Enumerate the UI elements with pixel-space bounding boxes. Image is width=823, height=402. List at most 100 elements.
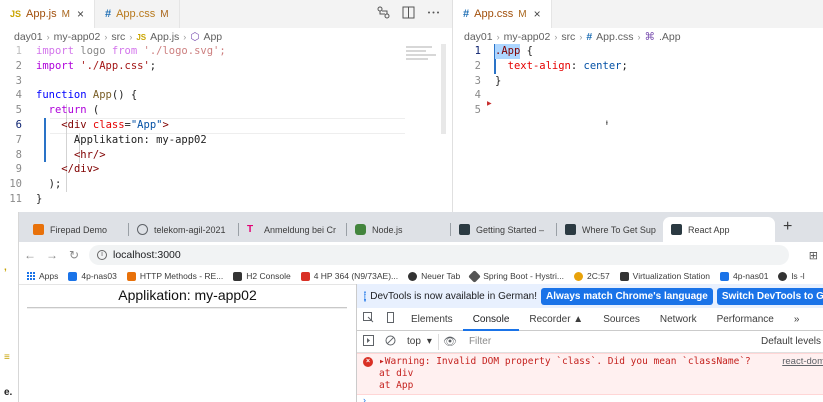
browser-tab[interactable]: Getting Started – (451, 217, 557, 242)
code-line[interactable]: 2 text-align: center; (453, 59, 823, 74)
switch-devtools-german-button[interactable]: Switch DevTools to German (716, 287, 823, 305)
console-prompt[interactable]: › (363, 395, 366, 402)
code-line[interactable]: 5 return ( (0, 103, 440, 118)
back-arrow-icon[interactable]: ← (19, 248, 41, 262)
browser-tab-title: telekom-agil-2021 (154, 224, 226, 235)
browser-tab[interactable]: Firepad Demo (25, 217, 129, 242)
virtualization-favicon-icon (619, 271, 629, 281)
code-line[interactable]: 5 (453, 103, 823, 118)
log-levels-dropdown[interactable]: Default levels (761, 336, 823, 347)
bookmark-label: Spring Boot - Hystri... (483, 271, 564, 281)
browser-tab-active[interactable]: React App (663, 217, 775, 242)
context-selector[interactable]: top ▾ (401, 333, 439, 350)
editor-scrollbar[interactable] (441, 44, 446, 134)
breadcrumb-item[interactable]: .App (659, 31, 681, 43)
symbol-method-icon: ⬡ (190, 31, 200, 43)
breadcrumb-item[interactable]: App.js (150, 31, 179, 43)
browser-tab-strip: Firepad Demo telekom-agil-2021 T Anmeldu… (19, 212, 823, 242)
browser-tab-title: Firepad Demo (50, 224, 108, 235)
tab-app-js[interactable]: JS App.js M × (0, 0, 95, 28)
console-error-message[interactable]: × ▸Warning: Invalid DOM property `class`… (357, 353, 823, 395)
code-line[interactable]: 4 (453, 88, 823, 103)
tab-console[interactable]: Console (462, 308, 520, 331)
clear-console-icon[interactable] (379, 335, 401, 349)
breadcrumb-item[interactable]: day01 (14, 31, 43, 43)
code-line[interactable]: 2 import './App.css'; (0, 59, 440, 74)
code-line[interactable]: 11} (0, 192, 440, 207)
bookmark-item[interactable]: Neuer Tab (408, 271, 460, 281)
bookmark-item[interactable]: 4p-nas03 (68, 271, 117, 281)
more-tabs-button[interactable]: » (784, 308, 810, 331)
breadcrumb-item[interactable]: my-app02 (504, 31, 551, 43)
h2-favicon-icon (233, 271, 243, 281)
breadcrumb-item[interactable]: src (111, 31, 125, 43)
bookmark-item[interactable]: ls -l (778, 271, 805, 281)
match-chrome-language-button[interactable]: Always match Chrome's language (540, 287, 713, 305)
address-bar[interactable]: i localhost:3000 (89, 245, 789, 265)
code-line[interactable]: 8 <hr/> (0, 148, 440, 163)
tab-app-css[interactable]: # App.css M (95, 0, 180, 28)
bookmark-item[interactable]: H2 Console (233, 271, 291, 281)
breadcrumb-item[interactable]: src (561, 31, 575, 43)
more-actions-icon[interactable] (427, 6, 440, 22)
breadcrumb-item[interactable]: my-app02 (54, 31, 101, 43)
code-editor-app-js[interactable]: 1 import logo from './logo.svg'; 2 import '… (0, 44, 440, 207)
browser-tab[interactable]: Where To Get Sup (557, 217, 663, 242)
device-toolbar-icon[interactable] (379, 312, 401, 326)
eye-icon[interactable]: 👁 (439, 335, 461, 348)
browser-tab[interactable]: telekom-agil-2021 (129, 217, 239, 242)
reload-icon[interactable]: ↻ (63, 248, 85, 262)
code-editor-app-css[interactable]: 1 .App {2 text-align: center; 3} 4 5 (453, 44, 823, 118)
breadcrumb-item[interactable]: App (203, 31, 222, 43)
code-line[interactable]: 9 </div> (0, 162, 440, 177)
chrome-browser-window: Firepad Demo telekom-agil-2021 T Anmeldu… (18, 212, 823, 402)
code-token: center (583, 59, 622, 72)
close-icon[interactable]: × (534, 7, 541, 21)
line-number: 1 (474, 45, 481, 57)
tab-elements[interactable]: Elements (401, 308, 463, 331)
inspect-element-icon[interactable] (357, 312, 379, 326)
code-token: { (520, 45, 533, 57)
modified-badge: M (518, 8, 527, 20)
minimap[interactable] (406, 44, 442, 74)
code-line[interactable]: 10 ); (0, 177, 440, 192)
forward-arrow-icon[interactable]: → (41, 248, 63, 262)
bookmark-item[interactable]: Spring Boot - Hystri... (468, 269, 564, 283)
code-line[interactable]: 1 import logo from './logo.svg'; (0, 44, 440, 59)
tab-recorder[interactable]: Recorder ▲ (519, 308, 593, 331)
error-source-link[interactable]: react-dom (782, 356, 823, 367)
rendered-page: Applikation: my-app02 (19, 284, 356, 402)
bookmark-item[interactable]: 2C:57 (573, 271, 610, 281)
bookmark-item[interactable]: 4p-nas01 (720, 271, 768, 281)
bookmark-item[interactable]: 4 HP 364 (N9/73AE)... (300, 271, 398, 281)
code-line[interactable]: 7 Applikation: my-app02 (0, 133, 440, 148)
new-tab-button[interactable]: + (783, 218, 792, 236)
close-icon[interactable]: × (77, 7, 84, 21)
bookmark-item[interactable]: HTTP Methods - RE... (126, 271, 223, 281)
translate-icon[interactable]: ⊞ (809, 249, 823, 262)
tab-sources[interactable]: Sources (593, 308, 650, 331)
chevron-right-icon: › (579, 32, 583, 42)
code-line[interactable]: 6 <div class = "App" > (0, 118, 440, 133)
split-editor-icon[interactable] (402, 6, 415, 22)
console-filter-input[interactable]: Filter (461, 334, 761, 350)
sidebar-toggle-icon[interactable] (357, 334, 379, 349)
bookmark-apps[interactable]: Apps (27, 271, 58, 281)
line-number: 2 (474, 59, 481, 72)
code-line[interactable]: 4 function App() { (0, 88, 440, 103)
open-changes-icon[interactable] (377, 6, 390, 22)
code-line[interactable]: 3} (453, 74, 823, 89)
breadcrumb-item[interactable]: day01 (464, 31, 493, 43)
tab-app-css-right[interactable]: # App.css M × (453, 0, 552, 28)
code-line[interactable]: 3 (0, 74, 440, 89)
browser-tab[interactable]: T Anmeldung bei Cr (239, 217, 347, 242)
code-token: return (48, 104, 87, 117)
code-line[interactable]: 1 .App { (453, 44, 823, 59)
browser-tab[interactable]: Node.js (347, 217, 451, 242)
breadcrumb-item[interactable]: App.css (596, 31, 633, 43)
bookmark-item[interactable]: Virtualization Station (619, 271, 710, 281)
tab-performance[interactable]: Performance (707, 308, 784, 331)
code-token: ( (86, 104, 100, 117)
tab-network[interactable]: Network (650, 308, 707, 331)
site-info-icon[interactable]: i (97, 250, 107, 260)
